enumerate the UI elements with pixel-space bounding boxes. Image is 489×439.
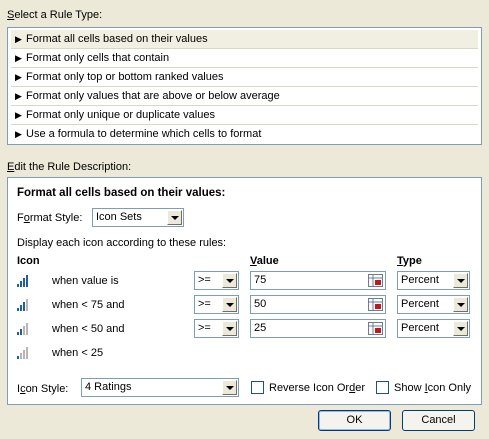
type-dropdown[interactable]: Percent <box>397 295 470 314</box>
label-text: er <box>355 382 365 394</box>
icon-style-label: Icon Style: <box>17 383 68 395</box>
dropdown-value: >= <box>198 274 211 286</box>
select-rule-type-label: Select a Rule Type: <box>7 9 102 21</box>
rule-type-item[interactable]: ▶ Format only values that are above or be… <box>11 87 478 106</box>
cell-reference-icon[interactable] <box>368 298 383 311</box>
rule-type-label: Use a formula to determine which cells t… <box>26 128 262 140</box>
reverse-icon-order-checkbox[interactable] <box>251 381 264 394</box>
rule-type-item[interactable]: ▶ Format only cells that contain <box>11 49 478 68</box>
operator-dropdown[interactable]: >= <box>194 271 239 290</box>
dropdown-value: Percent <box>401 322 439 334</box>
reverse-icon-order-label: Reverse Icon Order <box>269 382 365 394</box>
chevron-down-icon[interactable] <box>222 273 237 288</box>
dropdown-value: >= <box>198 298 211 310</box>
label-text: Show <box>394 382 425 394</box>
icon-style-dropdown[interactable]: 4 Ratings <box>81 378 239 397</box>
cancel-button[interactable]: Cancel <box>402 410 475 431</box>
label-text: elect a Rule Type: <box>14 9 103 21</box>
triangle-right-icon: ▶ <box>15 129 22 139</box>
signal-4-bars-icon <box>17 275 31 287</box>
type-dropdown[interactable]: Percent <box>397 319 470 338</box>
label-accel: V <box>250 255 257 267</box>
ok-button[interactable]: OK <box>318 410 391 431</box>
type-dropdown[interactable]: Percent <box>397 271 470 290</box>
show-icon-only-checkbox[interactable] <box>376 381 389 394</box>
rule-condition-label: when value is <box>52 275 119 287</box>
rule-type-label: Format only cells that contain <box>26 52 170 64</box>
value-input[interactable]: 25 <box>250 319 386 338</box>
dropdown-value: >= <box>198 322 211 334</box>
value-input[interactable]: 75 <box>250 271 386 290</box>
dropdown-value: Percent <box>401 274 439 286</box>
dropdown-value: Percent <box>401 298 439 310</box>
triangle-right-icon: ▶ <box>15 91 22 101</box>
chevron-down-icon[interactable] <box>453 297 468 312</box>
label-text: F <box>17 212 24 224</box>
rule-type-item[interactable]: ▶ Format only top or bottom ranked values <box>11 68 478 87</box>
rule-type-item[interactable]: ▶ Use a formula to determine which cells … <box>11 125 478 144</box>
signal-3-bars-icon <box>17 299 31 311</box>
rule-condition-label: when < 25 <box>52 347 104 359</box>
format-style-dropdown[interactable]: Icon Sets <box>92 208 184 227</box>
rule-type-list[interactable]: ▶ Format all cells based on their values … <box>7 27 482 145</box>
value-column-header: Value <box>250 255 279 267</box>
label-text: Reverse Icon Or <box>269 382 350 394</box>
show-icon-only-label: Show Icon Only <box>394 382 471 394</box>
chevron-down-icon[interactable] <box>222 297 237 312</box>
input-value: 25 <box>254 322 267 334</box>
triangle-right-icon: ▶ <box>15 53 22 63</box>
chevron-down-icon[interactable] <box>453 321 468 336</box>
rule-description-panel: Format all cells based on their values: … <box>7 177 482 405</box>
operator-dropdown[interactable]: >= <box>194 295 239 314</box>
label-text: alue <box>256 255 279 267</box>
triangle-right-icon: ▶ <box>15 34 22 44</box>
chevron-down-icon[interactable] <box>222 321 237 336</box>
triangle-right-icon: ▶ <box>15 110 22 120</box>
label-text: rmat Style: <box>29 212 83 224</box>
display-rules-text: Display each icon according to these rul… <box>17 237 227 249</box>
operator-dropdown[interactable]: >= <box>194 319 239 338</box>
label-text: ype <box>402 255 422 267</box>
edit-rule-description-label: Edit the Rule Description: <box>7 161 131 173</box>
chevron-down-icon[interactable] <box>453 273 468 288</box>
rule-type-label: Format only values that are above or bel… <box>26 90 280 102</box>
description-title: Format all cells based on their values: <box>17 187 226 199</box>
signal-2-bars-icon <box>17 323 31 335</box>
cell-reference-icon[interactable] <box>368 322 383 335</box>
chevron-down-icon[interactable] <box>222 380 237 395</box>
label-text: con Only <box>427 382 472 394</box>
rule-type-item[interactable]: ▶ Format only unique or duplicate values <box>11 106 478 125</box>
label-text: on Style: <box>25 383 69 395</box>
chevron-down-icon[interactable] <box>167 210 182 225</box>
label-text: dit the Rule Description: <box>14 161 132 173</box>
value-input[interactable]: 50 <box>250 295 386 314</box>
rule-condition-label: when < 75 and <box>52 299 125 311</box>
type-column-header: Type <box>397 255 422 267</box>
rule-condition-label: when < 50 and <box>52 323 125 335</box>
dropdown-value: 4 Ratings <box>85 381 132 393</box>
rule-type-label: Format only unique or duplicate values <box>26 109 215 121</box>
rule-type-label: Format all cells based on their values <box>26 33 208 45</box>
input-value: 50 <box>254 298 267 310</box>
rule-type-item[interactable]: ▶ Format all cells based on their values <box>11 30 478 49</box>
icon-column-header: Icon <box>17 255 40 267</box>
input-value: 75 <box>254 274 267 286</box>
signal-1-bar-icon <box>17 347 31 359</box>
triangle-right-icon: ▶ <box>15 72 22 82</box>
cell-reference-icon[interactable] <box>368 274 383 287</box>
dropdown-value: Icon Sets <box>96 211 142 223</box>
rule-type-label: Format only top or bottom ranked values <box>26 71 224 83</box>
format-style-label: Format Style: <box>17 212 82 224</box>
